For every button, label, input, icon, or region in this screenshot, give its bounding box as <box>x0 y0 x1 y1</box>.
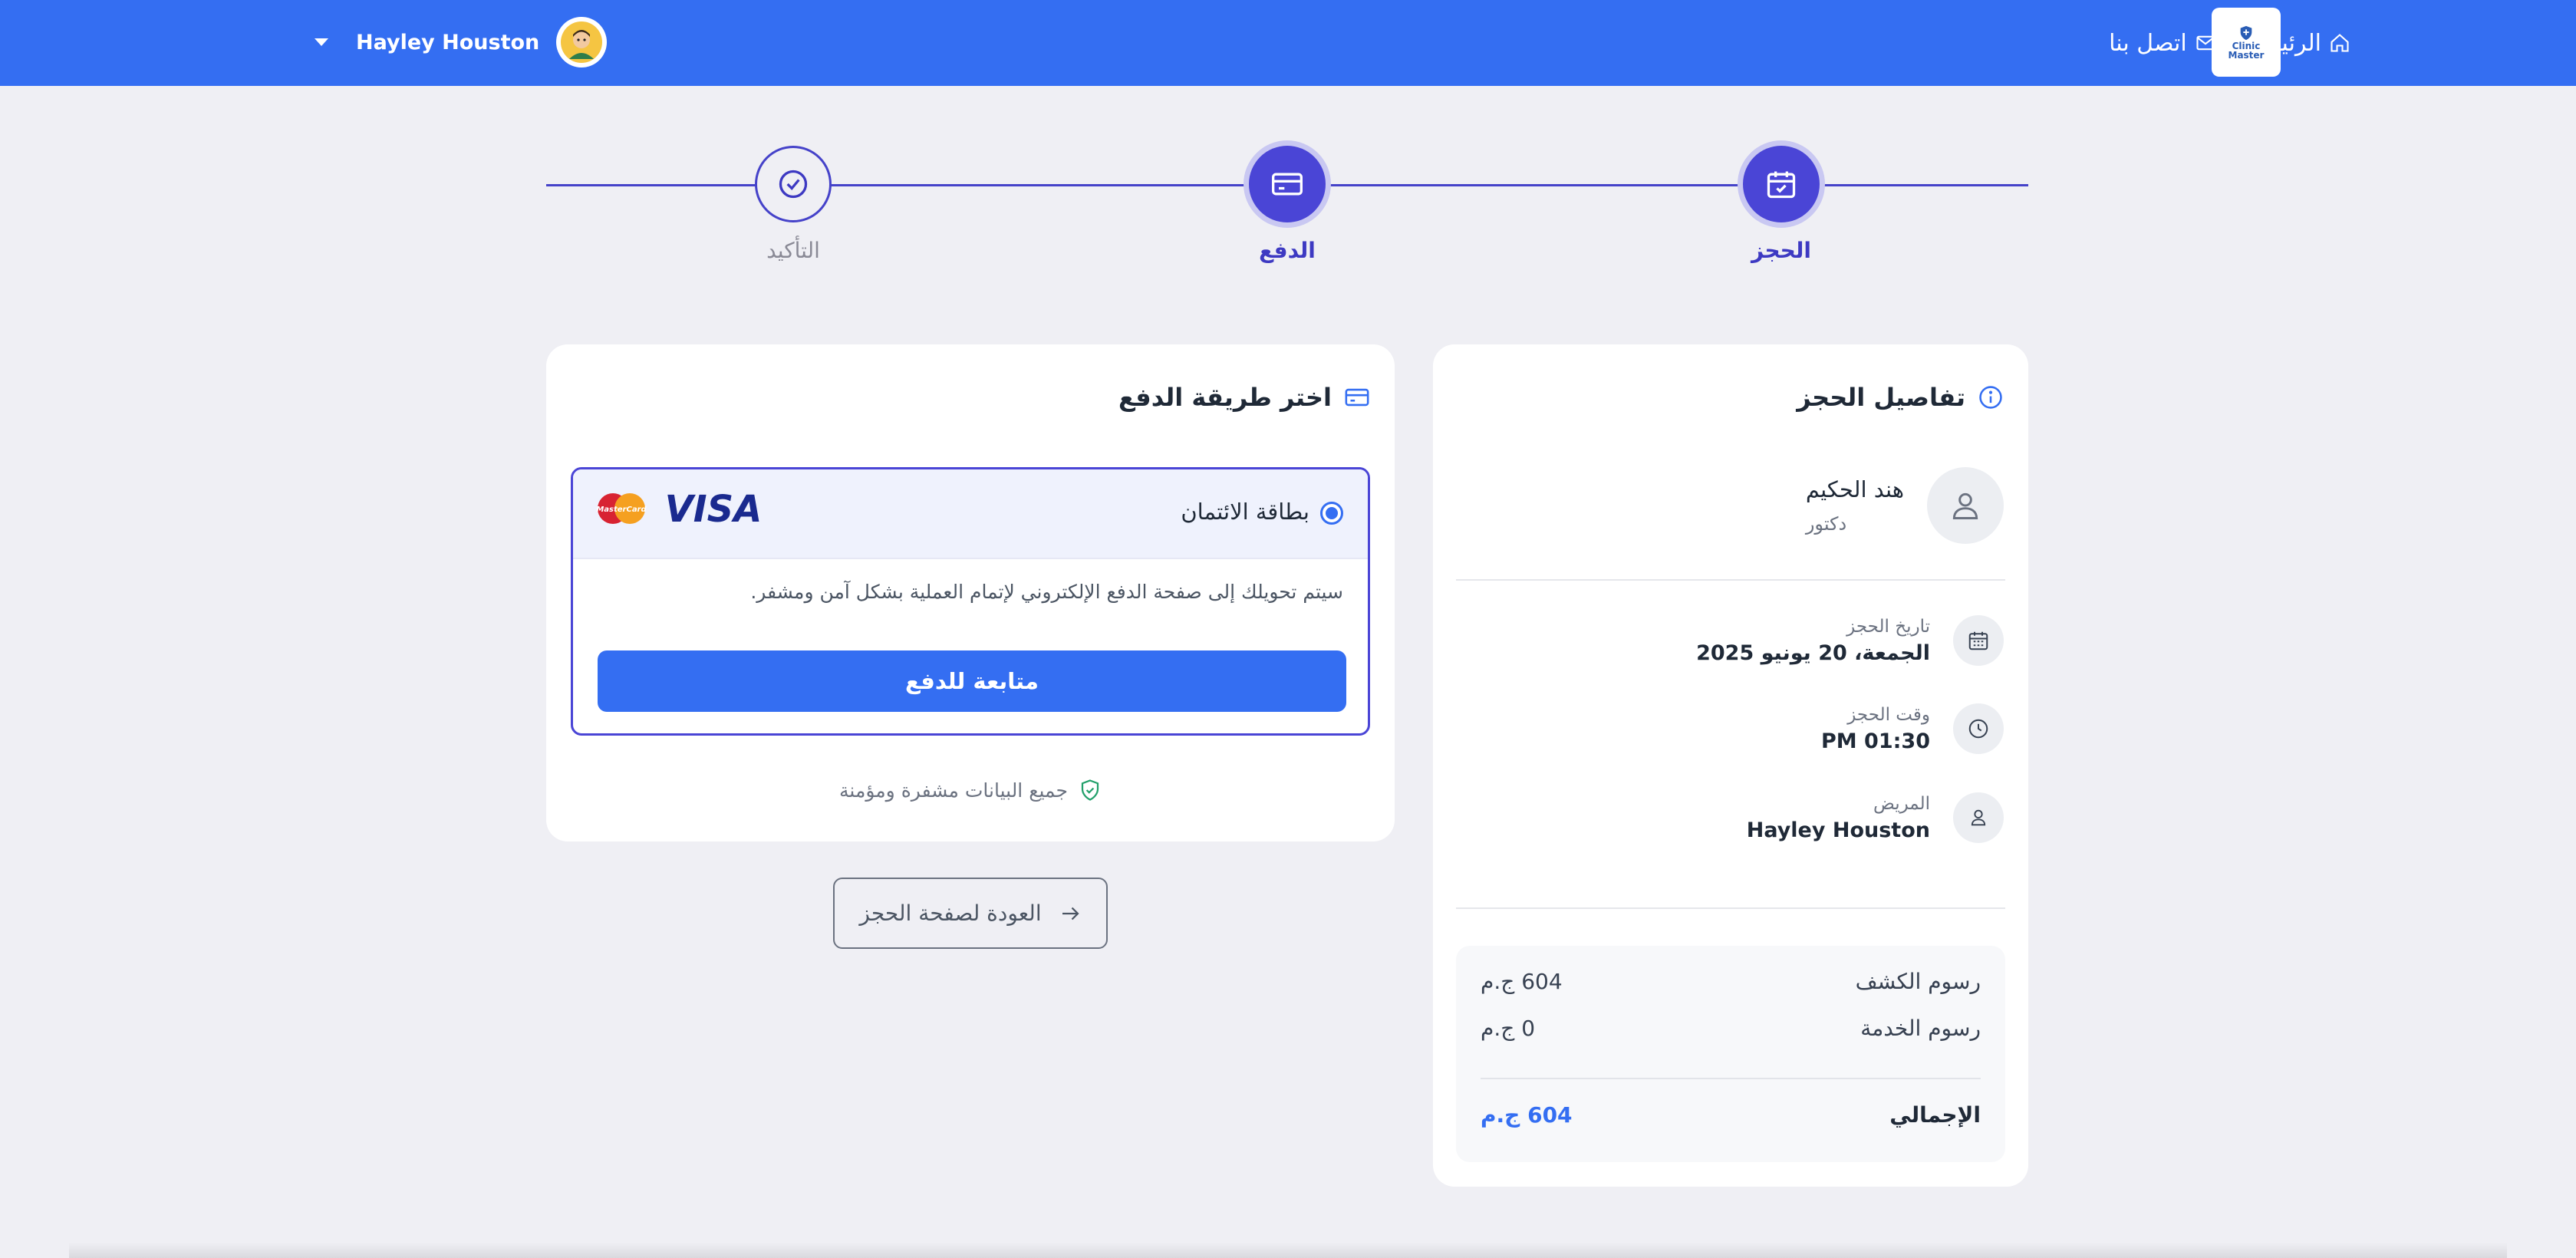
nav-contact[interactable]: اتصل بنا <box>2109 30 2216 57</box>
fees-summary: رسوم الكشف 604 ج.م رسوم الخدمة 0 ج.م الإ… <box>1456 946 2005 1162</box>
service-fee-value: 0 ج.م <box>1481 1016 1536 1041</box>
user-avatar-icon <box>561 21 603 63</box>
exam-fee-row: رسوم الكشف 604 ج.م <box>1481 969 1981 994</box>
service-fee-label: رسوم الخدمة <box>1860 1016 1981 1041</box>
chevron-down-icon[interactable] <box>315 38 328 46</box>
patient-text: المريض Hayley Houston <box>1747 794 1930 842</box>
clock-icon <box>1968 719 1988 739</box>
patient-icon-wrap <box>1953 792 2004 843</box>
divider <box>1456 579 2005 581</box>
step-payment-label: الدفع <box>1259 238 1316 263</box>
divider <box>1456 907 2005 909</box>
secure-note-text: جميع البيانات مشفرة ومؤمنة <box>839 779 1068 802</box>
exam-fee-value: 604 ج.م <box>1481 969 1563 994</box>
booking-time-text: وقت الحجز PM 01:30 <box>1821 705 1930 753</box>
booking-details-card: تفاصيل الحجز هند الحكيم دكتور تاريخ الحج… <box>1433 344 2028 1187</box>
booking-date-text: تاريخ الحجز الجمعة، 20 يونيو 2025 <box>1696 617 1930 665</box>
info-icon <box>1979 386 2002 409</box>
exam-fee-label: رسوم الكشف <box>1855 969 1981 994</box>
step-booking-label: الحجز <box>1751 238 1811 263</box>
patient-value: Hayley Houston <box>1746 818 1930 842</box>
home-icon <box>2331 34 2349 52</box>
doctor-text: هند الحكيم دكتور <box>1806 476 1904 535</box>
doctor-name: هند الحكيم <box>1805 476 1904 502</box>
calendar-icon-wrap <box>1953 615 2004 666</box>
step-payment-circle <box>1249 146 1326 222</box>
shield-cross-icon <box>2240 25 2252 41</box>
user-menu[interactable]: Hayley Houston <box>315 17 608 68</box>
calendar-check-icon <box>1767 171 1796 199</box>
payment-method-option[interactable]: بطاقة الائتمان MasterCard VISA سيتم تحوي… <box>571 467 1370 736</box>
step-confirmation-label: التأكيد <box>766 238 820 263</box>
credit-card-radio[interactable] <box>1320 502 1343 525</box>
mastercard-logo-text: MasterCard <box>596 506 647 514</box>
nav-contact-label: اتصل بنا <box>2109 29 2187 57</box>
top-navbar: Hayley Houston الرئيسية اتصل بنا Clinic … <box>0 0 2576 86</box>
total-row: الإجمالي 604 ج.م <box>1481 1102 1981 1128</box>
payment-card: اختر طريقة الدفع بطاقة الائتمان MasterCa… <box>546 344 1395 841</box>
secure-note: جميع البيانات مشفرة ومؤمنة <box>546 779 1395 802</box>
credit-card-icon <box>1272 173 1303 196</box>
calendar-icon <box>1968 631 1988 650</box>
visa-logo-text: VISA <box>665 491 763 526</box>
booking-date-row: تاريخ الحجز الجمعة، 20 يونيو 2025 <box>1696 615 2004 666</box>
payment-method-header[interactable]: بطاقة الائتمان MasterCard VISA <box>573 469 1368 559</box>
service-fee-row: رسوم الخدمة 0 ج.م <box>1481 1016 1981 1041</box>
doctor-role: دكتور <box>1805 513 1847 535</box>
payment-method-description: سيتم تحويلك إلى صفحة الدفع الإلكتروني لإ… <box>750 581 1343 603</box>
shield-check-icon <box>1081 779 1099 801</box>
clinic-logo[interactable]: Clinic Master <box>2212 8 2281 77</box>
check-circle-icon <box>779 170 808 199</box>
step-confirmation: التأكيد <box>716 146 870 263</box>
booking-date-value: الجمعة، 20 يونيو 2025 <box>1696 641 1930 665</box>
booking-time-row: وقت الحجز PM 01:30 <box>1821 703 2004 754</box>
back-button-label: العودة لصفحة الحجز <box>859 901 1042 926</box>
visa-logo: VISA <box>665 491 763 526</box>
card-brand-logos: MasterCard VISA <box>596 491 763 526</box>
user-icon <box>1952 492 1978 519</box>
total-label: الإجمالي <box>1889 1102 1981 1128</box>
total-value: 604 ج.م <box>1481 1102 1573 1128</box>
logo-text-2: Master <box>2228 50 2265 61</box>
credit-card-icon <box>1345 388 1369 407</box>
step-payment: الدفع <box>1211 146 1364 263</box>
step-confirmation-circle <box>755 146 832 222</box>
payment-method-label: بطاقة الائتمان <box>1181 499 1309 525</box>
back-to-booking-button[interactable]: العودة لصفحة الحجز <box>833 878 1108 949</box>
booking-time-value: PM 01:30 <box>1820 729 1930 753</box>
page-bottom-shadow <box>69 1243 2507 1258</box>
patient-row: المريض Hayley Houston <box>1747 792 2004 843</box>
booking-title: تفاصيل الحجز <box>1797 383 1965 412</box>
user-name[interactable]: Hayley Houston <box>356 31 539 54</box>
mastercard-logo: MasterCard <box>596 493 647 524</box>
avatar[interactable] <box>556 17 608 68</box>
booking-time-label: وقت الحجز <box>1847 704 1930 725</box>
proceed-to-payment-button[interactable]: متابعة للدفع <box>598 650 1346 712</box>
fee-divider <box>1481 1078 1981 1079</box>
patient-label: المريض <box>1873 793 1930 814</box>
booking-card-header: تفاصيل الحجز <box>1797 383 2004 412</box>
doctor-avatar <box>1927 467 2004 544</box>
doctor-info: هند الحكيم دكتور <box>1806 467 2004 544</box>
clock-icon-wrap <box>1953 703 2004 754</box>
booking-date-label: تاريخ الحجز <box>1846 616 1930 637</box>
step-booking-circle <box>1743 146 1820 222</box>
step-booking: الحجز <box>1705 146 1858 263</box>
arrow-right-icon <box>1062 907 1079 920</box>
payment-title: اختر طريقة الدفع <box>1118 383 1332 412</box>
user-icon <box>1971 809 1986 826</box>
payment-card-header: اختر طريقة الدفع <box>1118 383 1370 412</box>
